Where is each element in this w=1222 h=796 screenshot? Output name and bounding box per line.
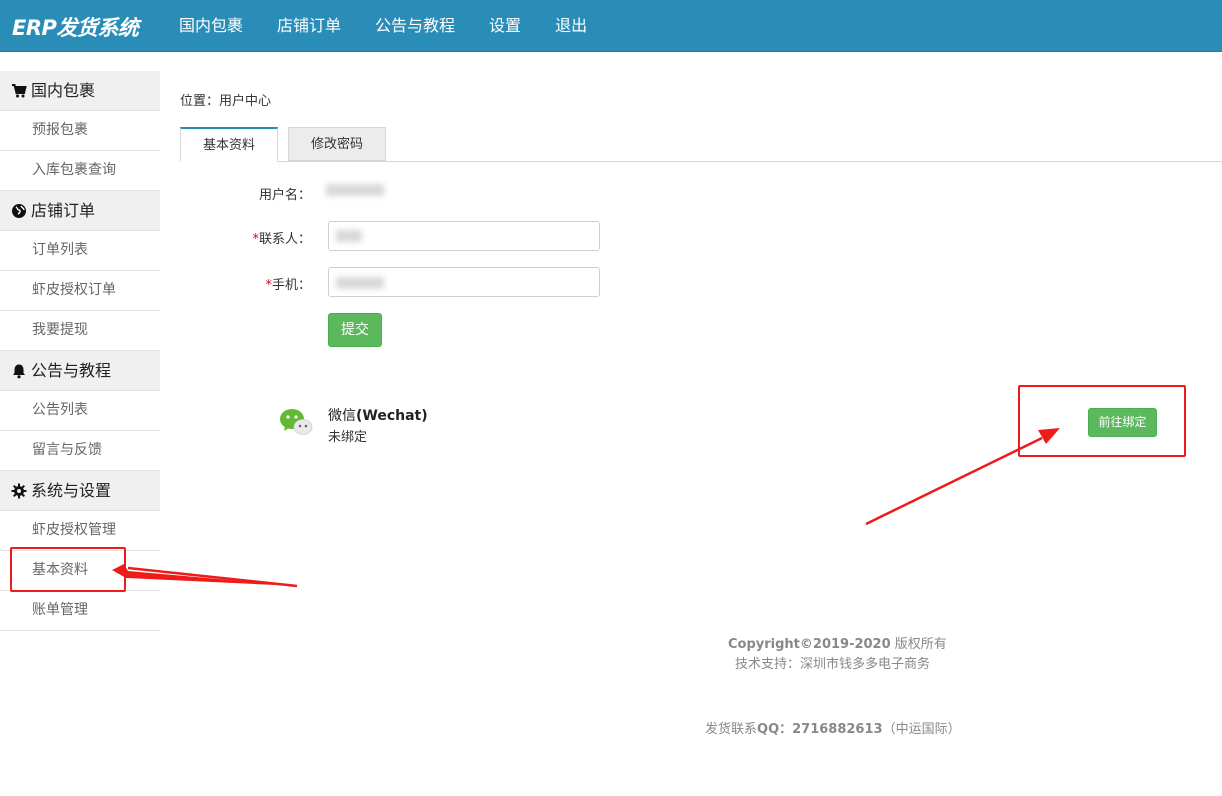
nav-store-orders[interactable]: 店铺订单 [260, 0, 358, 51]
wechat-bind-status: 未绑定 [328, 430, 368, 445]
sidebar-item-announcement-list[interactable]: 公告列表 [0, 391, 160, 431]
sidebar-item-billing[interactable]: 账单管理 [0, 591, 160, 631]
sidebar-item-preregister[interactable]: 预报包裹 [0, 111, 160, 151]
footer-contact: 发货联系QQ：2716882613（中运国际） [705, 718, 961, 737]
sidebar-item-shopee-orders[interactable]: 虾皮授权订单 [0, 271, 160, 311]
phone-label-wrap: *手机： [181, 274, 311, 293]
bell-icon [10, 362, 28, 380]
brand-logo[interactable]: ERP发货系统 [12, 12, 139, 42]
username-value-redacted [326, 184, 384, 196]
submit-button[interactable]: 提交 [328, 313, 382, 347]
contact-input[interactable] [328, 221, 600, 251]
annotation-box-bind-button [1018, 385, 1186, 457]
sidebar-item-shopee-auth[interactable]: 虾皮授权管理 [0, 511, 160, 551]
top-bar: ERP发货系统 国内包裹 店铺订单 公告与教程 设置 退出 [0, 0, 1222, 52]
nav-logout[interactable]: 退出 [538, 0, 604, 51]
copyright-text: Copyright©2019-2020 [728, 637, 891, 652]
sidebar-item-order-list[interactable]: 订单列表 [0, 231, 160, 271]
contact-prefix: 发货联系 [705, 722, 758, 737]
rights-text: 版权所有 [890, 637, 947, 652]
footer-support: 技术支持：深圳市钱多多电子商务 [735, 657, 931, 672]
contact-label-wrap: *联系人： [181, 228, 311, 247]
contact-suffix: （中运国际） [882, 722, 961, 737]
contact-qq: QQ：2716882613 [757, 722, 883, 737]
breadcrumb: 位置：用户中心 [180, 94, 272, 109]
wechat-title: 微信(Wechat) [328, 405, 428, 425]
gear-icon [10, 482, 28, 500]
contact-label: 联系人： [258, 232, 311, 247]
sidebar-group-announcements[interactable]: 公告与教程 [0, 351, 160, 391]
sidebar-group-domestic[interactable]: 国内包裹 [0, 71, 160, 111]
sidebar-group-label: 公告与教程 [31, 361, 112, 380]
tab-change-password[interactable]: 修改密码 [288, 127, 386, 161]
footer-copyright: Copyright©2019-2020 版权所有 [728, 633, 947, 652]
sidebar-item-warehouse-query[interactable]: 入库包裹查询 [0, 151, 160, 191]
wechat-title-bold: (Wechat) [356, 408, 428, 424]
phone-label: 手机： [271, 278, 311, 293]
cart-icon [10, 82, 28, 100]
top-nav: 国内包裹 店铺订单 公告与教程 设置 退出 [162, 0, 604, 51]
sidebar-group-store-orders[interactable]: 店铺订单 [0, 191, 160, 231]
sidebar-group-label: 系统与设置 [31, 481, 112, 500]
nav-domestic-parcels[interactable]: 国内包裹 [162, 0, 260, 51]
tab-basic-info[interactable]: 基本资料 [180, 127, 278, 162]
sidebar-item-feedback[interactable]: 留言与反馈 [0, 431, 160, 471]
globe-icon [10, 202, 28, 220]
username-label: 用户名： [258, 188, 311, 203]
sidebar-group-label: 店铺订单 [31, 201, 96, 220]
sidebar-item-withdraw[interactable]: 我要提现 [0, 311, 160, 351]
nav-announcements[interactable]: 公告与教程 [358, 0, 472, 51]
nav-settings[interactable]: 设置 [472, 0, 538, 51]
contact-value-redacted [336, 230, 362, 242]
wechat-icon [279, 407, 313, 437]
sidebar-group-label: 国内包裹 [31, 81, 96, 100]
annotation-box-basic-info [10, 547, 126, 592]
phone-value-redacted [336, 277, 384, 289]
wechat-title-prefix: 微信 [328, 408, 356, 424]
sidebar-group-system-settings[interactable]: 系统与设置 [0, 471, 160, 511]
